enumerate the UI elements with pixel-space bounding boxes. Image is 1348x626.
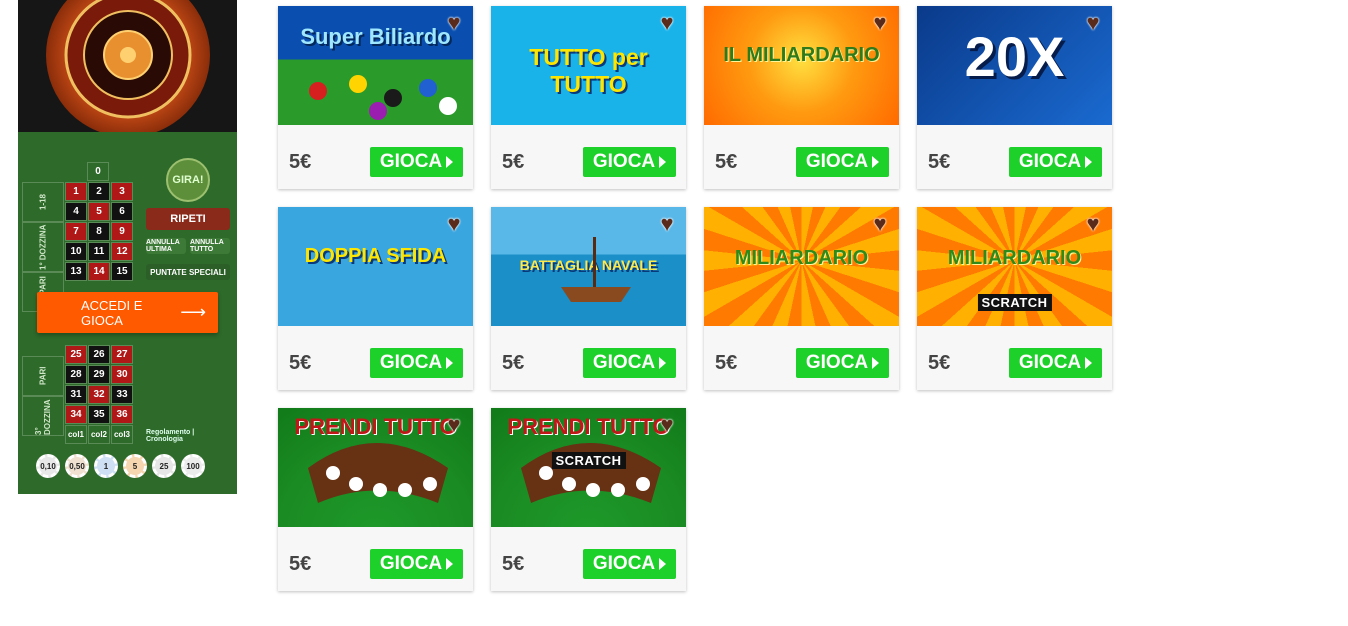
play-label: GIOCA (592, 151, 656, 172)
game-price: 5€ (502, 352, 525, 374)
play-label: GIOCA (379, 352, 443, 373)
favorite-heart-icon[interactable]: ♥ (441, 212, 467, 236)
game-card: Super Biliardo ♥ 5€ GIOCA (278, 6, 473, 189)
game-price: 5€ (289, 553, 312, 575)
favorite-heart-icon[interactable]: ♥ (1080, 11, 1106, 35)
column-label: col1 (65, 425, 87, 444)
chip-5: 5 (123, 454, 147, 478)
chip-1: 1 (94, 454, 118, 478)
play-label: GIOCA (379, 151, 443, 172)
play-button[interactable]: GIOCA (583, 549, 676, 579)
favorite-heart-icon[interactable]: ♥ (654, 413, 680, 437)
chip-0-50: 0,50 (65, 454, 89, 478)
game-title: TUTTO per TUTTO (529, 44, 648, 97)
column-label: col2 (88, 425, 110, 444)
game-price: 5€ (928, 151, 951, 173)
game-price: 5€ (502, 151, 525, 173)
play-triangle-icon (446, 558, 454, 570)
scratch-badge: SCRATCH (551, 452, 626, 469)
roulette-promo: 1-18 1° DOZZINA DISPARI PARI 3° DOZZINA … (18, 0, 237, 494)
side-label: 1° DOZZINA (22, 222, 64, 272)
play-button[interactable]: GIOCA (583, 147, 676, 177)
play-triangle-icon (446, 156, 454, 168)
favorite-heart-icon[interactable]: ♥ (441, 11, 467, 35)
play-label: GIOCA (379, 553, 443, 574)
game-title: MILIARDARIO (947, 247, 1082, 269)
game-card: IL MILIARDARIO ♥ 5€ GIOCA (704, 6, 899, 189)
game-price: 5€ (289, 352, 312, 374)
play-label: GIOCA (805, 352, 869, 373)
game-card: MILIARDARIO SCRATCH ♥ 5€ GIOCA (917, 207, 1112, 390)
side-label: PARI (22, 356, 64, 396)
chip-25: 25 (152, 454, 176, 478)
play-label: GIOCA (1018, 352, 1082, 373)
game-price: 5€ (715, 352, 738, 374)
game-title: IL MILIARDARIO (723, 44, 880, 66)
play-button[interactable]: GIOCA (796, 348, 889, 378)
play-label: GIOCA (805, 151, 869, 172)
special-bets-button: PUNTATE SPECIALI (146, 264, 230, 280)
chip-100: 100 (181, 454, 205, 478)
game-card: 20X ♥ 5€ GIOCA (917, 6, 1112, 189)
game-card: MILIARDARIO ♥ 5€ GIOCA (704, 207, 899, 390)
chip-selector: 0,10 0,50 1 5 25 100 (36, 454, 205, 482)
side-label: 1-18 (22, 182, 64, 222)
play-button[interactable]: GIOCA (370, 147, 463, 177)
favorite-heart-icon[interactable]: ♥ (867, 11, 893, 35)
spin-button: GIRA! (166, 158, 210, 202)
favorite-heart-icon[interactable]: ♥ (1080, 212, 1106, 236)
favorite-heart-icon[interactable]: ♥ (441, 413, 467, 437)
play-triangle-icon (872, 156, 880, 168)
game-card: BATTAGLIA NAVALE ♥ 5€ GIOCA (491, 207, 686, 390)
arrow-right-icon: ⟶ (180, 302, 206, 322)
repeat-button: RIPETI (146, 208, 230, 230)
game-title: DOPPIA SFIDA (304, 245, 447, 267)
play-label: GIOCA (1018, 151, 1082, 172)
play-button[interactable]: GIOCA (1009, 348, 1102, 378)
favorite-heart-icon[interactable]: ♥ (654, 11, 680, 35)
login-and-play-button[interactable]: ACCEDI E GIOCA ⟶ (37, 292, 218, 333)
rules-history-links: Regolamento | Cronologia (146, 429, 195, 443)
game-price: 5€ (715, 151, 738, 173)
game-price: 5€ (289, 151, 312, 173)
play-triangle-icon (659, 558, 667, 570)
game-card: TUTTO per TUTTO ♥ 5€ GIOCA (491, 6, 686, 189)
undo-all-button: ANNULLA TUTTO (190, 238, 230, 254)
play-triangle-icon (1085, 357, 1093, 369)
game-title: MILIARDARIO (734, 247, 869, 269)
side-label: 3° DOZZINA (22, 396, 64, 436)
game-card: DOPPIA SFIDA ♥ 5€ GIOCA (278, 207, 473, 390)
play-triangle-icon (872, 357, 880, 369)
play-button[interactable]: GIOCA (1009, 147, 1102, 177)
play-triangle-icon (659, 156, 667, 168)
play-triangle-icon (446, 357, 454, 369)
play-label: GIOCA (592, 352, 656, 373)
play-triangle-icon (1085, 156, 1093, 168)
play-triangle-icon (659, 357, 667, 369)
game-price: 5€ (928, 352, 951, 374)
favorite-heart-icon[interactable]: ♥ (867, 212, 893, 236)
game-card: PRENDI TUTTO ♥ 5€ GIOCA (278, 408, 473, 591)
play-button[interactable]: GIOCA (796, 147, 889, 177)
column-label: col3 (111, 425, 133, 444)
game-card: PRENDI TUTTO SCRATCH ♥ 5€ GIOCA (491, 408, 686, 591)
undo-last-button: ANNULLA ULTIMA (146, 238, 186, 254)
play-button[interactable]: GIOCA (583, 348, 676, 378)
play-button[interactable]: GIOCA (370, 348, 463, 378)
favorite-heart-icon[interactable]: ♥ (654, 212, 680, 236)
game-price: 5€ (502, 553, 525, 575)
chip-0-10: 0,10 (36, 454, 60, 478)
roulette-wheel-image (18, 0, 237, 137)
cta-label: ACCEDI E GIOCA (81, 297, 143, 328)
play-button[interactable]: GIOCA (370, 549, 463, 579)
play-label: GIOCA (592, 553, 656, 574)
scratch-badge: SCRATCH (977, 294, 1052, 311)
